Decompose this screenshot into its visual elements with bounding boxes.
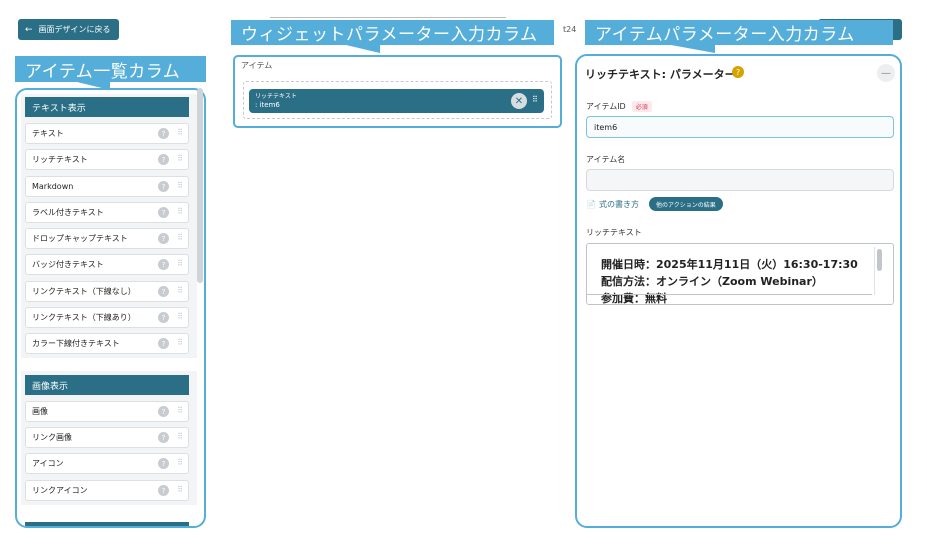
help-icon[interactable]: ?: [158, 338, 169, 349]
drag-handle-icon[interactable]: ⠿: [177, 154, 183, 163]
required-badge: 必須: [631, 101, 652, 112]
list-item[interactable]: 画像 ? ⠿: [25, 401, 189, 422]
help-icon[interactable]: ?: [158, 233, 169, 244]
drag-handle-icon[interactable]: ⠿: [177, 259, 183, 268]
list-item[interactable]: ラベル付きテキスト ? ⠿: [25, 202, 189, 223]
help-icon[interactable]: ?: [158, 207, 169, 218]
rich-text-editor[interactable]: 開催日時：2025年11月11日（火）16:30-17:30 配信方法：オンライ…: [586, 243, 894, 305]
rich-text-line: 開催日時：2025年11月11日（火）16:30-17:30: [601, 258, 858, 271]
item-id-field[interactable]: [586, 116, 894, 138]
drag-handle-icon[interactable]: ⠿: [177, 338, 183, 347]
list-item[interactable]: リンクテキスト（下線あり） ? ⠿: [25, 307, 189, 328]
item-label: リンクアイコン: [32, 486, 88, 495]
help-icon[interactable]: ?: [158, 181, 169, 192]
drag-handle-icon[interactable]: ⠿: [177, 406, 183, 415]
category-header-image-display[interactable]: 画像表示: [25, 375, 189, 395]
back-to-screen-design-button[interactable]: ← 画面デザインに戻る: [18, 19, 119, 40]
item-label: リンクテキスト（下線なし）: [32, 287, 136, 296]
arrow-left-icon: ←: [25, 24, 33, 35]
formula-link-label: 式の書き方: [598, 200, 639, 209]
drag-handle-icon[interactable]: ⠿: [177, 485, 183, 494]
help-icon[interactable]: ?: [158, 458, 169, 469]
drag-handle-icon[interactable]: ⠿: [532, 95, 538, 104]
item-label: ドロップキャップテキスト: [32, 234, 128, 243]
callout-item-parameter-column: アイテムパラメーター入力カラム: [585, 20, 893, 53]
help-icon[interactable]: ?: [158, 406, 169, 417]
drag-handle-icon[interactable]: ⠿: [177, 181, 183, 190]
category-header-next[interactable]: [25, 522, 189, 526]
drag-handle-icon[interactable]: ⠿: [177, 233, 183, 242]
item-drop-zone[interactable]: リッチテキスト : item6 ✕ ⠿: [243, 81, 552, 119]
item-label: バッジ付きテキスト: [32, 260, 104, 269]
formula-help-link[interactable]: 📄 式の書き方: [586, 199, 639, 210]
help-icon[interactable]: ?: [158, 286, 169, 297]
list-item[interactable]: テキスト ? ⠿: [25, 123, 189, 144]
item-parameter-column: リッチテキスト: パラメーター ? — アイテムID 必須 アイテム名 📄 式の書…: [575, 54, 902, 528]
list-item[interactable]: リンクテキスト（下線なし） ? ⠿: [25, 281, 189, 302]
drag-handle-icon[interactable]: ⠿: [177, 286, 183, 295]
item-label: ラベル付きテキスト: [32, 208, 104, 217]
help-icon[interactable]: ?: [158, 259, 169, 270]
list-item[interactable]: カラー下線付きテキスト ? ⠿: [25, 333, 189, 354]
item-label: テキスト: [32, 129, 64, 138]
drag-handle-icon[interactable]: ⠿: [177, 458, 183, 467]
drag-handle-icon[interactable]: ⠿: [177, 207, 183, 216]
collapse-icon[interactable]: —: [877, 64, 895, 82]
partial-text: t24: [563, 25, 577, 34]
item-label: Markdown: [32, 182, 74, 191]
close-icon[interactable]: ✕: [511, 93, 527, 109]
widget-parameter-column: アイテム リッチテキスト : item6 ✕ ⠿: [233, 55, 562, 128]
drag-handle-icon[interactable]: ⠿: [177, 432, 183, 441]
category-header-text-display[interactable]: テキスト表示: [25, 97, 189, 117]
list-item[interactable]: リンクアイコン ? ⠿: [25, 480, 189, 501]
section-label: アイテム: [241, 61, 273, 70]
callout-widget-parameter-column: ウィジェットパラメーター入力カラム: [231, 20, 554, 53]
editor-scroll-thumb[interactable]: [877, 249, 882, 271]
item-name-label: アイテム名: [586, 155, 626, 164]
item-label: アイコン: [32, 459, 64, 468]
back-button-label: 画面デザインに戻る: [38, 25, 111, 34]
help-icon[interactable]: ?: [158, 485, 169, 496]
drag-handle-icon[interactable]: ⠿: [177, 128, 183, 137]
toolbar-divider: [270, 17, 506, 18]
item-label: カラー下線付きテキスト: [32, 339, 120, 348]
editor-divider: [587, 294, 872, 295]
editor-scrollbar[interactable]: [874, 247, 884, 295]
help-icon[interactable]: ?: [158, 128, 169, 139]
help-icon[interactable]: ?: [158, 432, 169, 443]
panel-title: リッチテキスト: パラメーター: [585, 68, 736, 81]
widget-item-card[interactable]: リッチテキスト : item6 ✕ ⠿: [249, 89, 544, 113]
rich-text-line: 参加費：無料: [601, 292, 667, 305]
document-icon: 📄: [586, 200, 596, 209]
item-label: リッチテキスト: [32, 155, 88, 164]
drag-handle-icon[interactable]: ⠿: [177, 312, 183, 321]
list-item[interactable]: リンク画像 ? ⠿: [25, 427, 189, 448]
rich-text-line: 配信方法：オンライン（Zoom Webinar）: [601, 275, 823, 288]
item-list-column: テキスト表示 テキスト ? ⠿ リッチテキスト ? ⠿ Markdown ? ⠿…: [15, 88, 206, 528]
callout-item-list-column: アイテム一覧カラム: [15, 56, 206, 90]
help-icon[interactable]: ?: [732, 66, 744, 78]
item-id-label-text: アイテムID: [586, 102, 626, 111]
list-item[interactable]: Markdown ? ⠿: [25, 176, 189, 197]
help-icon[interactable]: ?: [158, 312, 169, 323]
help-icon[interactable]: ?: [158, 154, 169, 165]
item-label: 画像: [32, 407, 48, 416]
rich-text-label: リッチテキスト: [586, 228, 642, 237]
item-list-scrollbar[interactable]: [197, 88, 203, 283]
item-name-field[interactable]: [586, 169, 894, 191]
list-item[interactable]: リッチテキスト ? ⠿: [25, 149, 189, 170]
list-item[interactable]: バッジ付きテキスト ? ⠿: [25, 254, 189, 275]
item-label: リンクテキスト（下線あり）: [32, 313, 136, 322]
list-item[interactable]: ドロップキャップテキスト ? ⠿: [25, 228, 189, 249]
other-action-result-button[interactable]: 他のアクションの結果: [649, 197, 723, 211]
widget-type-label: リッチテキスト: [255, 93, 297, 100]
item-id-label: アイテムID 必須: [586, 101, 652, 112]
widget-item-id: : item6: [255, 101, 280, 109]
item-label: リンク画像: [32, 433, 72, 442]
list-item[interactable]: アイコン ? ⠿: [25, 453, 189, 474]
